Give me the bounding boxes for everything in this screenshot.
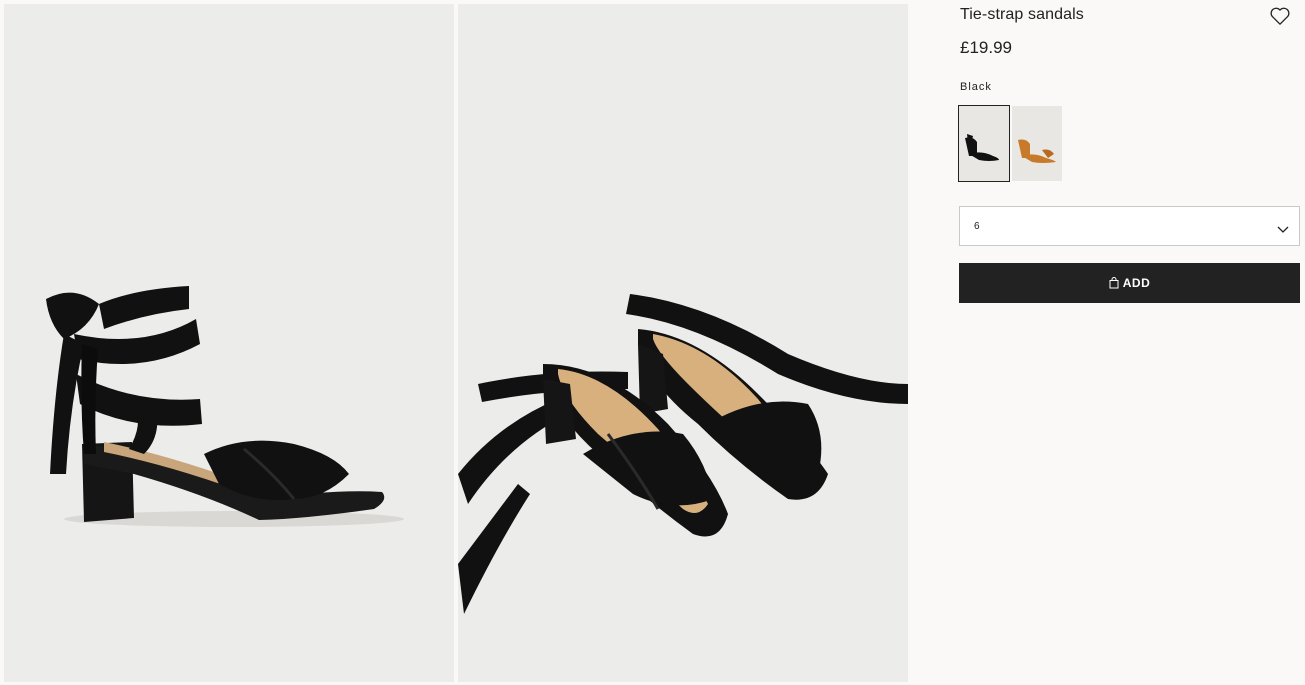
size-select[interactable]: 6 [959, 206, 1300, 246]
color-swatches [958, 105, 1062, 182]
product-title: Tie-strap sandals [960, 6, 1084, 23]
sandal-side-illustration [4, 4, 454, 682]
chevron-down-icon [1277, 221, 1289, 233]
product-image-side[interactable] [4, 4, 454, 682]
swatch-black[interactable] [958, 105, 1010, 182]
sandal-pair-illustration [458, 4, 908, 682]
selected-color-label: Black [960, 81, 992, 93]
heart-outline-icon[interactable] [1269, 6, 1291, 26]
add-to-bag-button[interactable]: ADD [959, 263, 1300, 303]
product-image-pair[interactable] [458, 4, 908, 682]
product-details: Tie-strap sandals £19.99 Black 6 ADD [958, 0, 1301, 685]
product-price: £19.99 [960, 38, 1012, 57]
swatch-mustard[interactable] [1012, 106, 1062, 181]
size-select-value: 6 [974, 221, 980, 232]
shopping-bag-icon [1109, 277, 1119, 289]
product-page: Tie-strap sandals £19.99 Black 6 ADD [0, 0, 1305, 685]
add-button-label: ADD [1122, 276, 1151, 290]
